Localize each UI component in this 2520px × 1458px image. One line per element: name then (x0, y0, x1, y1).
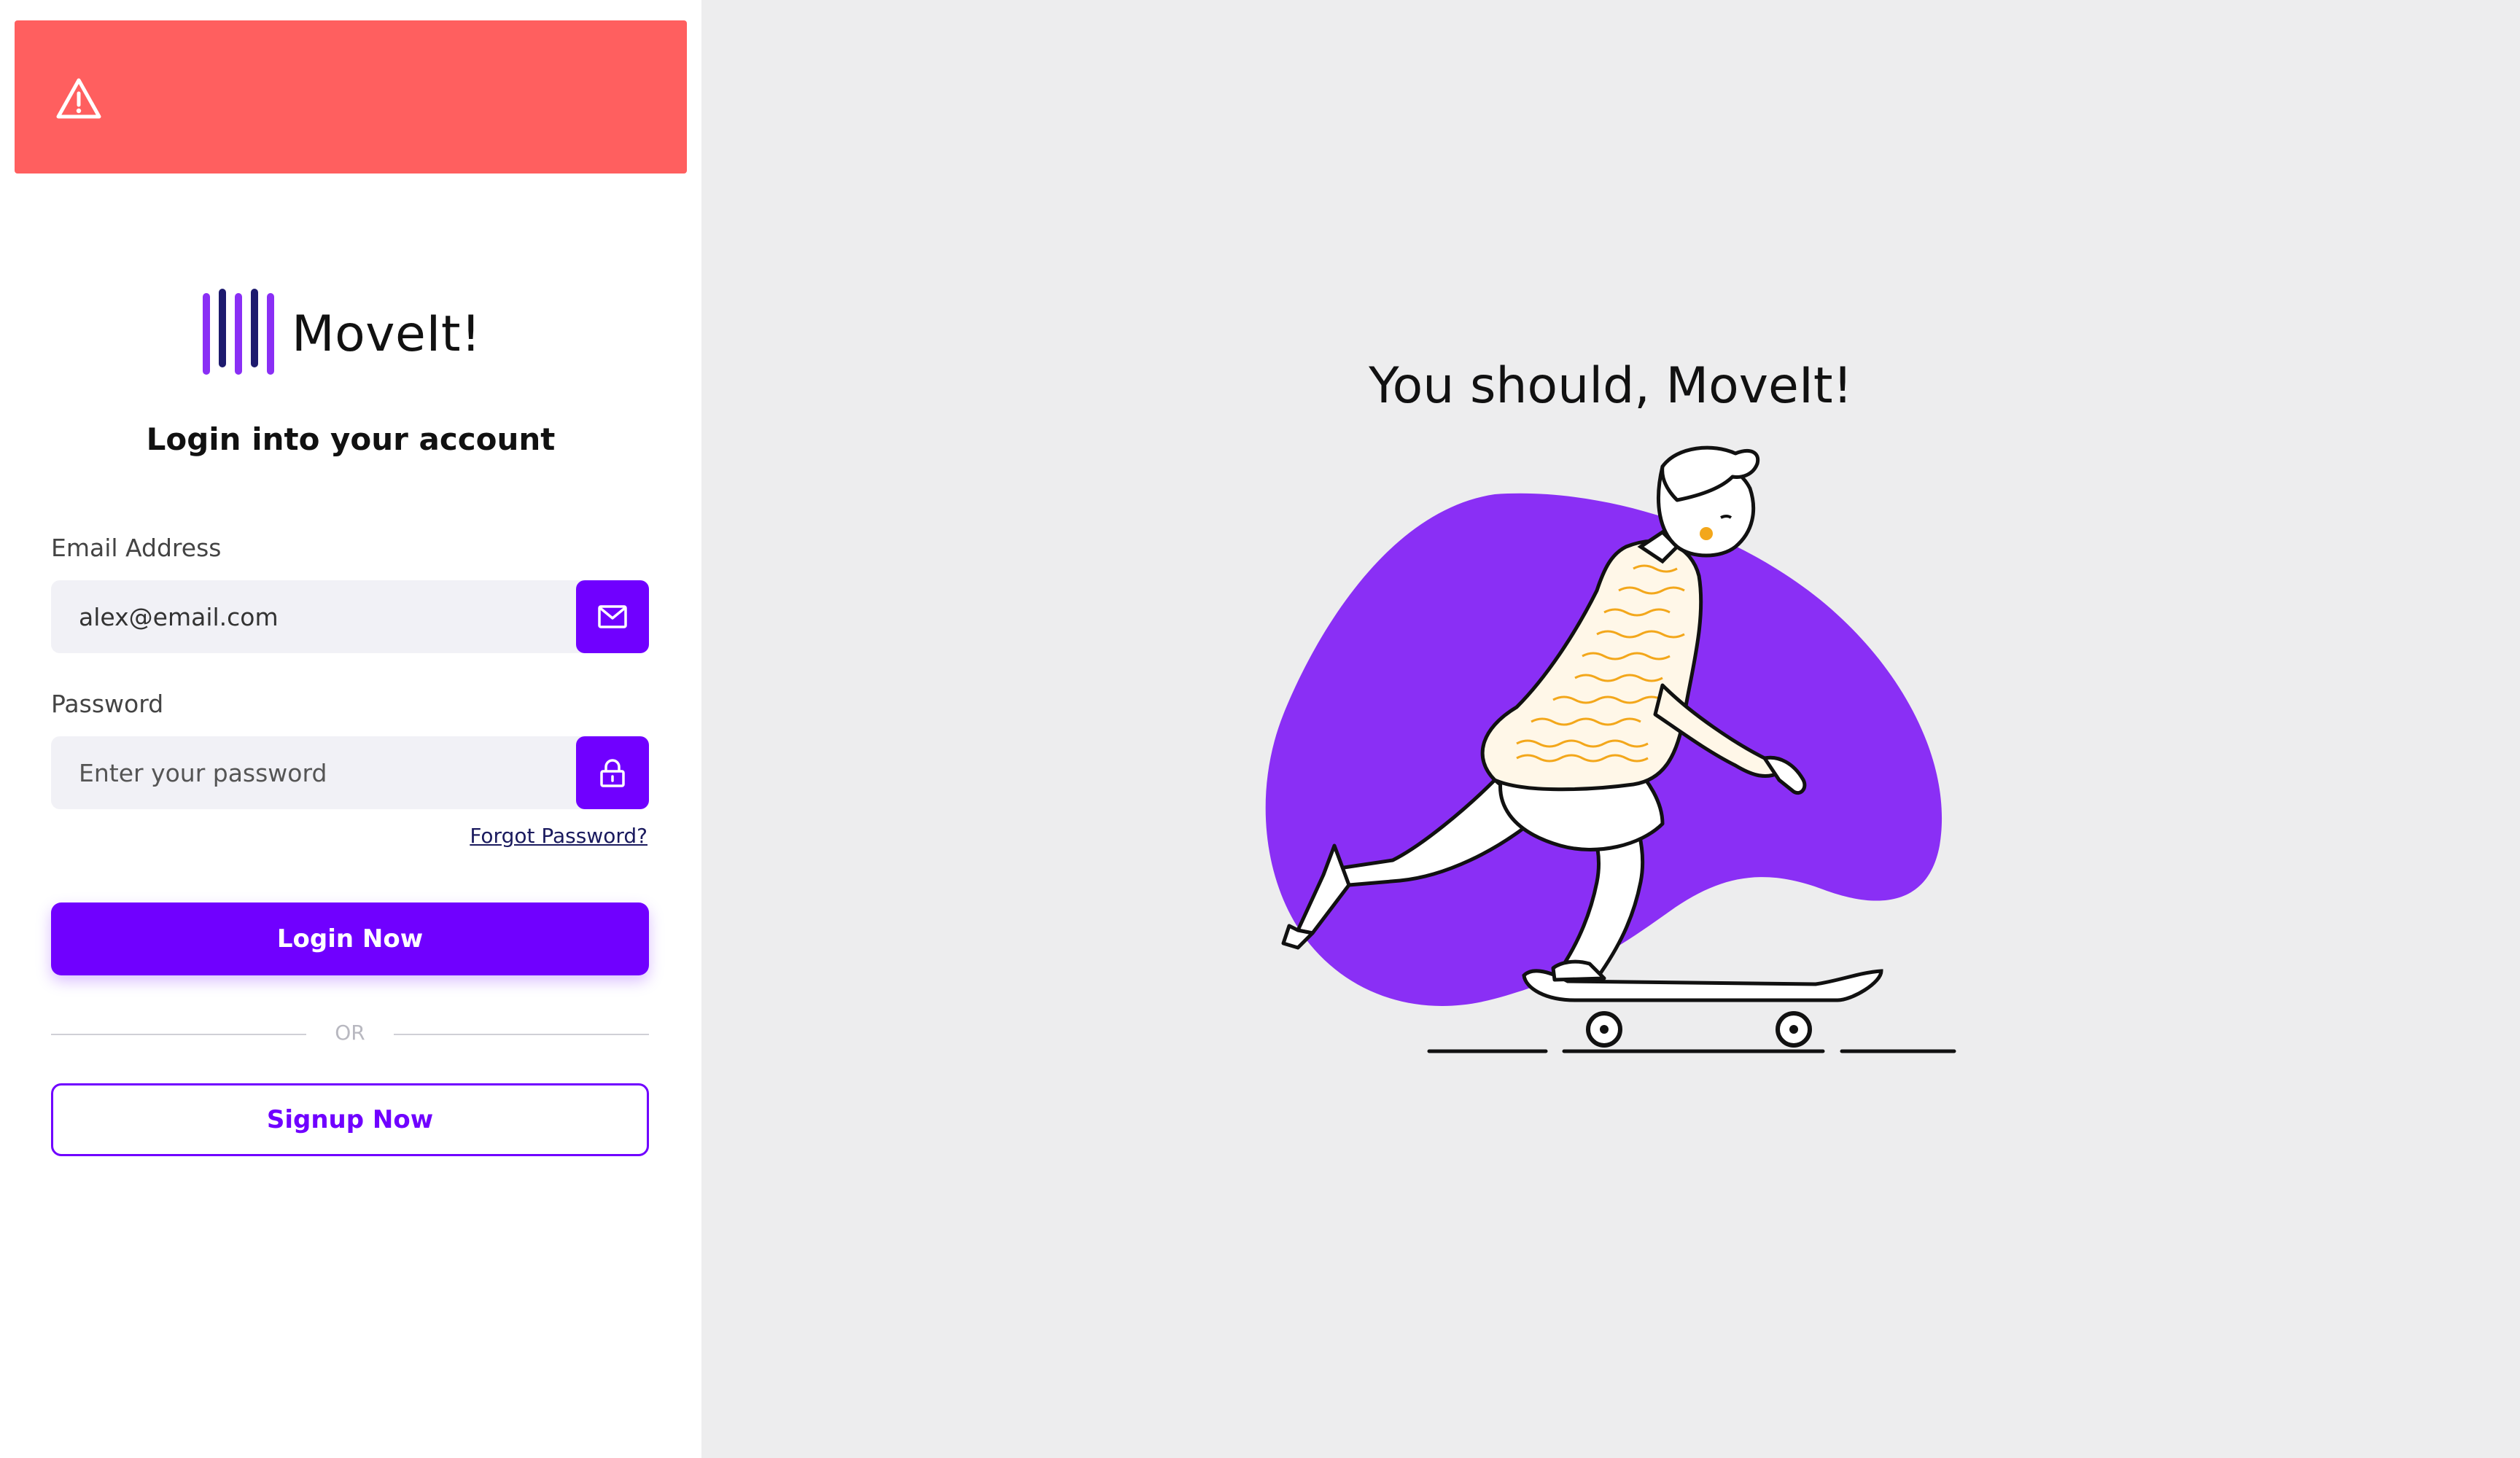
divider-right (394, 1034, 649, 1035)
lock-icon (600, 759, 625, 787)
divider-or-label: OR (335, 1021, 365, 1045)
email-field (51, 580, 649, 653)
password-field (51, 736, 649, 809)
mail-icon (598, 605, 627, 628)
brand-name: MoveIt! (292, 305, 481, 363)
email-icon-button[interactable] (576, 580, 649, 653)
divider-left (51, 1034, 306, 1035)
password-icon-button[interactable] (576, 736, 649, 809)
hero-tagline: You should, MoveIt! (1369, 357, 1853, 415)
email-label: Email Address (51, 534, 222, 562)
brand-logo: MoveIt! (201, 289, 481, 379)
skateboarder-illustration (1265, 445, 1956, 1053)
signup-button[interactable]: Signup Now (51, 1083, 649, 1156)
login-button[interactable]: Login Now (51, 903, 649, 975)
password-input[interactable] (79, 736, 589, 809)
warning-icon (56, 78, 101, 119)
logo-bars-icon (203, 289, 274, 375)
login-heading: Login into your account (146, 421, 556, 457)
password-label: Password (51, 690, 164, 718)
email-input[interactable] (79, 580, 589, 653)
forgot-password-link[interactable]: Forgot Password? (470, 824, 648, 848)
login-panel: MoveIt! Login into your account Email Ad… (0, 0, 701, 1458)
error-alert (15, 20, 687, 174)
